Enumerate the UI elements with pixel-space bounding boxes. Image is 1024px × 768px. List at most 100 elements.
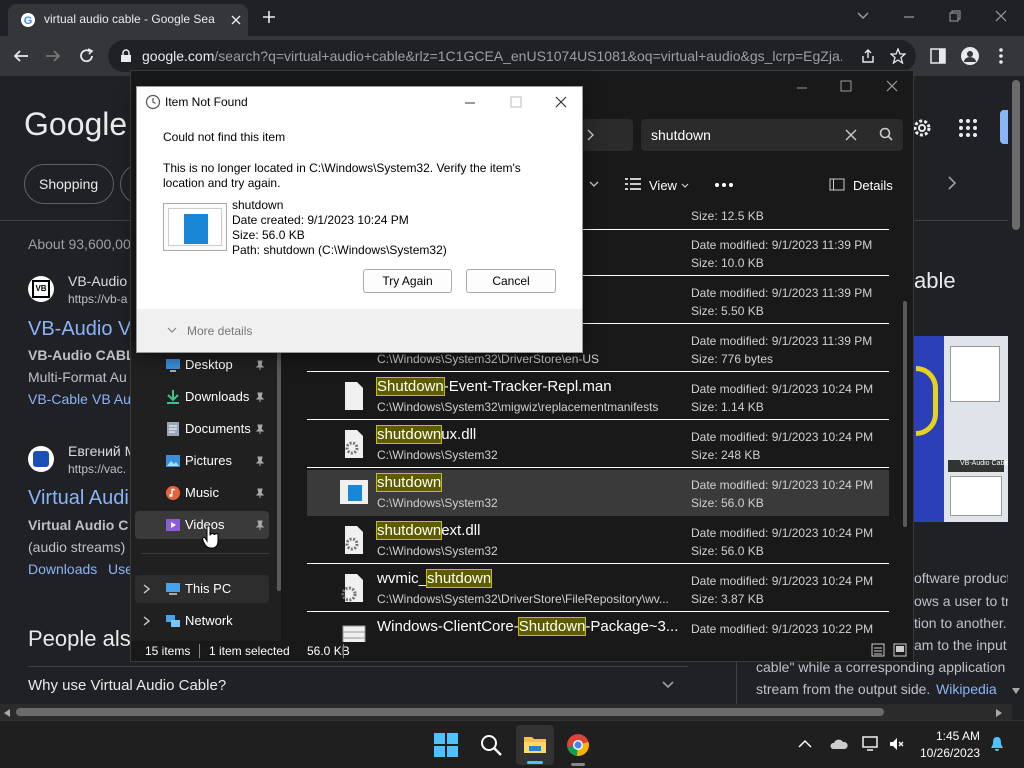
nav-item-network[interactable]: Network [135,607,269,635]
explorer-close-icon[interactable] [885,79,899,93]
forward-arrow-icon[interactable] [44,48,62,64]
page-horizontal-scrollbar[interactable] [0,704,1012,720]
kp-image-left[interactable] [914,336,944,522]
close-tab-icon[interactable] [230,14,242,26]
vb-audio-screenshot-image[interactable]: VB-Audio Cable [944,336,1010,522]
minimize-window-icon[interactable] [902,10,916,24]
lock-icon[interactable] [120,49,132,63]
nav-item-pictures[interactable]: Pictures [135,447,269,475]
taskbar-date[interactable]: 10/26/2023 [920,746,980,760]
chrome-taskbar-icon[interactable] [566,733,590,757]
dialog-message-2: location and try again. [163,176,281,190]
nav-item-this-pc[interactable]: This PC [135,575,269,603]
explorer-minimize-icon[interactable] [795,81,809,95]
notification-bell-icon[interactable] [990,736,1004,752]
chevron-down-icon[interactable] [167,327,177,334]
reload-icon[interactable] [78,47,96,65]
chevron-down-icon[interactable] [662,680,674,690]
pin-icon[interactable] [255,456,265,466]
pin-icon[interactable] [255,424,265,434]
result2-sitelink-1[interactable]: Downloads [28,561,97,577]
scrollbar-thumb[interactable] [16,708,884,716]
close-window-icon[interactable] [994,9,1008,23]
windows-start-icon[interactable] [434,733,458,757]
result1-sitelink-1[interactable]: VB-Cable [28,391,88,407]
file-row[interactable]: shutdownux.dll C:\Windows\System32 Date … [307,422,889,468]
pin-icon[interactable] [255,488,265,498]
page-vertical-scrollbar[interactable] [1008,76,1024,704]
more-details-toggle[interactable]: More details [187,324,252,338]
expand-chevron-icon[interactable] [143,584,151,594]
nav-item-documents[interactable]: Documents [135,415,269,443]
search-icon[interactable] [879,127,893,141]
view-button[interactable]: View [649,178,677,193]
new-tab-icon[interactable] [262,10,276,24]
file-row[interactable]: Shutdown-Event-Tracker-Repl.man C:\Windo… [307,374,889,420]
large-icons-view-icon[interactable] [893,643,907,657]
pin-icon[interactable] [255,520,265,530]
expand-chevron-icon[interactable] [143,616,151,626]
view-list-icon[interactable] [625,177,641,191]
taskbar-search-icon[interactable] [479,733,503,757]
scroll-down-icon[interactable] [1012,688,1020,694]
back-arrow-icon[interactable] [12,48,30,64]
result1-title[interactable]: VB-Audio Vi [28,318,135,341]
google-apps-icon[interactable] [958,118,978,138]
tab-search-icon[interactable] [856,10,870,22]
browser-tab[interactable]: G virtual audio cable - Google Sea [8,4,248,36]
bookmark-star-icon[interactable] [890,48,906,64]
file-date: Date modified: 9/1/2023 11:39 PM [691,334,873,348]
share-icon[interactable] [860,48,876,64]
nav-item-music[interactable]: Music [135,479,269,507]
file-row-selected[interactable]: shutdown C:\Windows\System32 Date modifi… [307,470,889,516]
explorer-search-box[interactable]: shutdown [641,119,903,151]
pin-icon[interactable] [255,392,265,402]
dialog-close-icon[interactable] [554,95,568,109]
result1-url[interactable]: https://vb-a [68,292,127,306]
taskbar-time[interactable]: 1:45 AM [936,729,980,743]
explorer-maximize-icon[interactable] [839,79,853,93]
show-hidden-icons-icon[interactable] [798,739,812,749]
sort-chevron-icon[interactable] [589,181,599,187]
divider [28,666,688,667]
address-bar[interactable]: google.com/search?q=virtual+audio+cable&… [108,40,916,72]
file-list-scrollbar[interactable] [903,301,907,527]
restore-window-icon[interactable] [948,9,962,23]
pin-icon[interactable] [255,360,265,370]
try-again-button[interactable]: Try Again [363,269,452,293]
file-row[interactable]: wvmic_shutdown C:\Windows\System32\Drive… [307,566,889,612]
nav-item-downloads[interactable]: Downloads [135,383,269,411]
details-button[interactable]: Details [853,178,893,193]
scroll-left-icon[interactable] [4,709,10,717]
file-row[interactable]: Windows-ClientCore-Shutdown-Package~3...… [307,614,889,642]
shopping-chip[interactable]: Shopping [24,164,114,204]
music-icon [166,486,180,500]
result1-sitelink-2[interactable]: VB Au [92,391,131,407]
cancel-button[interactable]: Cancel [466,269,556,293]
nav-label: Documents [185,421,251,436]
result2-url[interactable]: https://vac. [68,462,126,476]
nav-item-desktop[interactable]: Desktop [135,351,269,379]
scroll-right-icon[interactable] [996,709,1002,717]
network-status-icon[interactable] [862,735,882,753]
paa-question-1[interactable]: Why use Virtual Audio Cable? [28,677,226,694]
more-options-icon[interactable] [715,183,733,187]
dialog-minimize-icon[interactable] [463,96,477,110]
scrollbar-thumb[interactable] [1012,80,1020,230]
kp-wikipedia-link[interactable]: Wikipedia [936,681,997,697]
result2-title[interactable]: Virtual Audi [28,487,129,510]
google-logo[interactable]: Google [24,106,127,143]
profile-avatar-icon[interactable] [960,46,980,66]
details-pane-icon[interactable] [829,178,845,191]
clear-search-icon[interactable] [845,129,857,141]
file-row[interactable]: shutdownext.dll C:\Windows\System32 Date… [307,518,889,564]
nav-scrollbar[interactable] [277,341,281,591]
volume-muted-icon[interactable] [888,736,904,752]
chevron-right-icon[interactable] [946,176,958,190]
file-explorer-taskbar-button[interactable] [516,725,554,765]
onedrive-icon[interactable] [830,737,848,753]
view-chevron-icon[interactable] [681,183,689,188]
chrome-menu-icon[interactable] [998,47,1004,65]
details-view-icon[interactable] [871,643,885,657]
side-panel-icon[interactable] [930,48,946,64]
